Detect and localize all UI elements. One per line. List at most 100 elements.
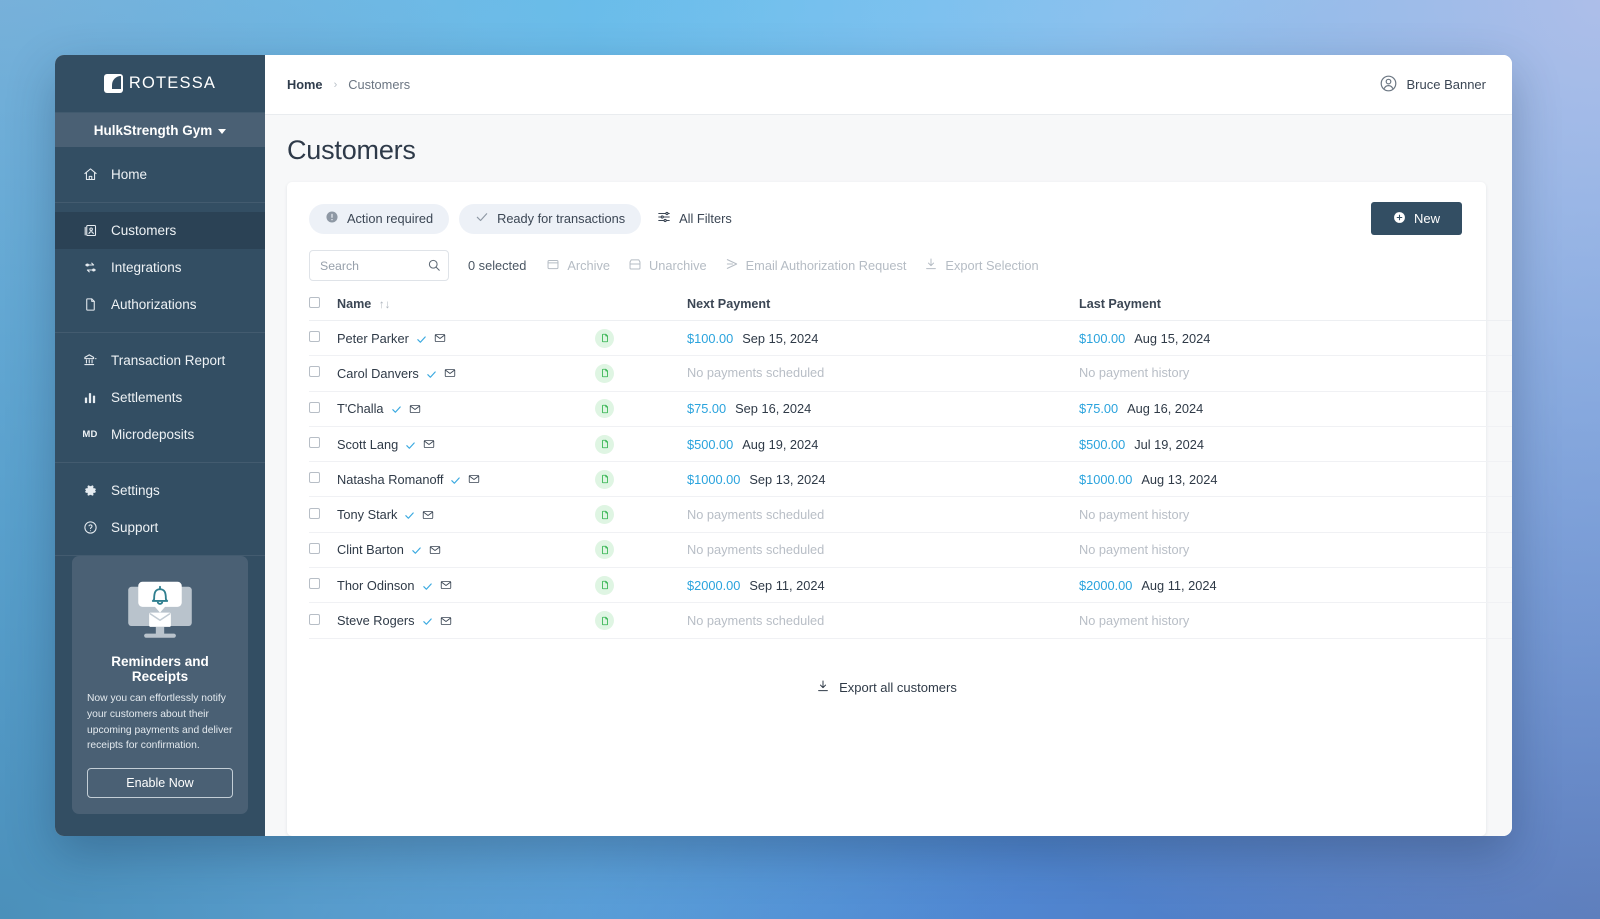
sidebar-item-transaction-report[interactable]: Transaction Report — [55, 342, 265, 379]
email-icon[interactable] — [409, 403, 421, 415]
org-switcher[interactable]: HulkStrength Gym — [55, 113, 265, 148]
table-row[interactable]: Scott Lang $500.00 Aug 19, 2024 $500.00 Jul … — [309, 426, 1512, 463]
sidebar-item-customers[interactable]: Customers — [55, 212, 265, 250]
breadcrumb-home[interactable]: Home — [287, 77, 323, 92]
row-overflow-menu-icon[interactable] — [1479, 407, 1512, 410]
row-overflow-menu-icon[interactable] — [1479, 584, 1512, 587]
row-next-payment-cell: $100.00 Sep 15, 2024 — [687, 320, 1079, 357]
authorization-document-icon[interactable] — [595, 434, 614, 454]
row-overflow-menu-icon[interactable] — [1479, 619, 1512, 622]
row-overflow-menu-icon[interactable] — [1479, 372, 1512, 375]
empty-state-text: No payments scheduled — [687, 506, 825, 522]
chip-action-required[interactable]: Action required — [309, 203, 450, 234]
all-filters-button[interactable]: All Filters — [651, 210, 732, 227]
select-all-checkbox[interactable] — [309, 297, 320, 308]
table-row[interactable]: Steve Rogers No payments scheduled No paym… — [309, 602, 1512, 639]
email-authorization-request-button[interactable]: Email Authorization Request — [725, 257, 925, 274]
chip-label: Ready for transactions — [497, 211, 626, 226]
email-icon[interactable] — [422, 509, 434, 521]
row-actions-cell — [1479, 320, 1512, 357]
row-last-payment-cell: $100.00 Aug 15, 2024 — [1079, 320, 1479, 357]
email-icon[interactable] — [444, 367, 456, 379]
authorization-document-icon[interactable] — [595, 540, 614, 560]
row-checkbox[interactable] — [309, 507, 320, 519]
table-row[interactable]: Tony Stark No payments scheduled No paymen… — [309, 496, 1512, 533]
promo-body: Now you can effortlessly notify your cus… — [87, 693, 233, 752]
row-checkbox[interactable] — [309, 578, 320, 590]
row-name-cell: Tony Stark — [337, 496, 595, 533]
alert-circle-icon — [325, 210, 339, 227]
row-checkbox[interactable] — [309, 472, 320, 484]
sort-arrows-icon[interactable]: ↑↓ — [375, 299, 391, 311]
row-checkbox[interactable] — [309, 331, 320, 343]
email-icon[interactable] — [423, 438, 435, 450]
gear-icon — [82, 483, 98, 499]
col-header-name[interactable]: Name ↑↓ — [337, 297, 595, 321]
authorization-document-icon[interactable] — [595, 469, 614, 489]
customer-name[interactable]: Carol Danvers — [337, 366, 419, 381]
row-checkbox[interactable] — [309, 542, 320, 554]
table-row[interactable]: T'Challa $75.00 Sep 16, 2024 $75.00 Aug 16, … — [309, 391, 1512, 427]
export-selection-button[interactable]: Export Selection — [924, 257, 1056, 274]
authorization-document-icon[interactable] — [595, 505, 614, 525]
authorization-document-icon[interactable] — [595, 399, 614, 419]
selection-toolbar: 0 selected Archive Unarchive — [287, 235, 1486, 281]
email-icon[interactable] — [440, 579, 452, 591]
enable-now-button[interactable]: Enable Now — [87, 768, 233, 798]
sidebar-item-home[interactable]: Home — [55, 156, 265, 193]
email-icon[interactable] — [434, 332, 446, 344]
customer-name[interactable]: T'Challa — [337, 401, 384, 416]
sidebar-item-support[interactable]: Support — [55, 509, 265, 546]
row-checkbox[interactable] — [309, 613, 320, 625]
row-last-payment-cell: No payment history — [1079, 602, 1479, 639]
customer-name[interactable]: Thor Odinson — [337, 578, 415, 593]
table-row[interactable]: Natasha Romanoff $1000.00 Sep 13, 2024 $100… — [309, 461, 1512, 498]
table-header-row: Name ↑↓ Next Payment Last Payment — [309, 297, 1512, 321]
authorization-document-icon[interactable] — [595, 363, 614, 383]
sidebar-item-microdeposits[interactable]: MD Microdeposits — [55, 416, 265, 453]
sidebar-item-settings[interactable]: Settings — [55, 472, 265, 509]
authorization-document-icon[interactable] — [595, 328, 614, 348]
search-input[interactable] — [309, 250, 449, 281]
row-overflow-menu-icon[interactable] — [1479, 443, 1512, 446]
row-select-cell — [309, 461, 337, 498]
chip-ready-for-transactions[interactable]: Ready for transactions — [459, 203, 642, 234]
authorization-document-icon[interactable] — [595, 611, 614, 631]
email-icon[interactable] — [429, 544, 441, 556]
row-overflow-menu-icon[interactable] — [1479, 513, 1512, 516]
unarchive-button[interactable]: Unarchive — [628, 257, 725, 274]
customer-name[interactable]: Scott Lang — [337, 437, 398, 452]
row-checkbox[interactable] — [309, 401, 320, 413]
authorization-document-icon[interactable] — [595, 575, 614, 595]
row-checkbox[interactable] — [309, 366, 320, 378]
table-row[interactable]: Thor Odinson $2000.00 Sep 11, 2024 $2000.00… — [309, 567, 1512, 604]
user-menu[interactable]: Bruce Banner — [1379, 74, 1486, 96]
customer-name[interactable]: Peter Parker — [337, 331, 409, 346]
email-icon[interactable] — [440, 615, 452, 627]
sidebar-item-integrations[interactable]: Integrations — [55, 249, 265, 286]
customer-name[interactable]: Steve Rogers — [337, 613, 415, 628]
row-checkbox[interactable] — [309, 437, 320, 449]
export-all-customers-button[interactable]: Export all customers — [816, 679, 957, 696]
row-select-cell — [309, 426, 337, 463]
table-row[interactable]: Clint Barton No payments scheduled No paym… — [309, 532, 1512, 569]
row-overflow-menu-icon[interactable] — [1479, 478, 1512, 481]
customer-name[interactable]: Tony Stark — [337, 507, 397, 522]
archive-button[interactable]: Archive — [546, 257, 628, 274]
row-overflow-menu-icon[interactable] — [1479, 548, 1512, 551]
customer-name[interactable]: Natasha Romanoff — [337, 472, 443, 487]
sidebar-item-label: Home — [111, 167, 148, 183]
row-overflow-menu-icon[interactable] — [1479, 337, 1512, 340]
brand-logo[interactable]: ROTESSA — [55, 55, 265, 114]
sidebar-item-authorizations[interactable]: Authorizations — [55, 286, 265, 323]
row-actions-cell — [1479, 461, 1512, 498]
verified-check-icon — [422, 580, 433, 591]
row-next-payment-cell: No payments scheduled — [687, 355, 1079, 392]
empty-state-text: No payment history — [1079, 541, 1190, 557]
customer-name[interactable]: Clint Barton — [337, 542, 404, 557]
email-icon[interactable] — [468, 473, 480, 485]
table-row[interactable]: Carol Danvers No payments scheduled No pay… — [309, 355, 1512, 392]
new-button[interactable]: New — [1370, 202, 1462, 235]
sidebar-item-settlements[interactable]: Settlements — [55, 379, 265, 416]
table-row[interactable]: Peter Parker $100.00 Sep 15, 2024 $100.00 Au… — [309, 320, 1512, 357]
